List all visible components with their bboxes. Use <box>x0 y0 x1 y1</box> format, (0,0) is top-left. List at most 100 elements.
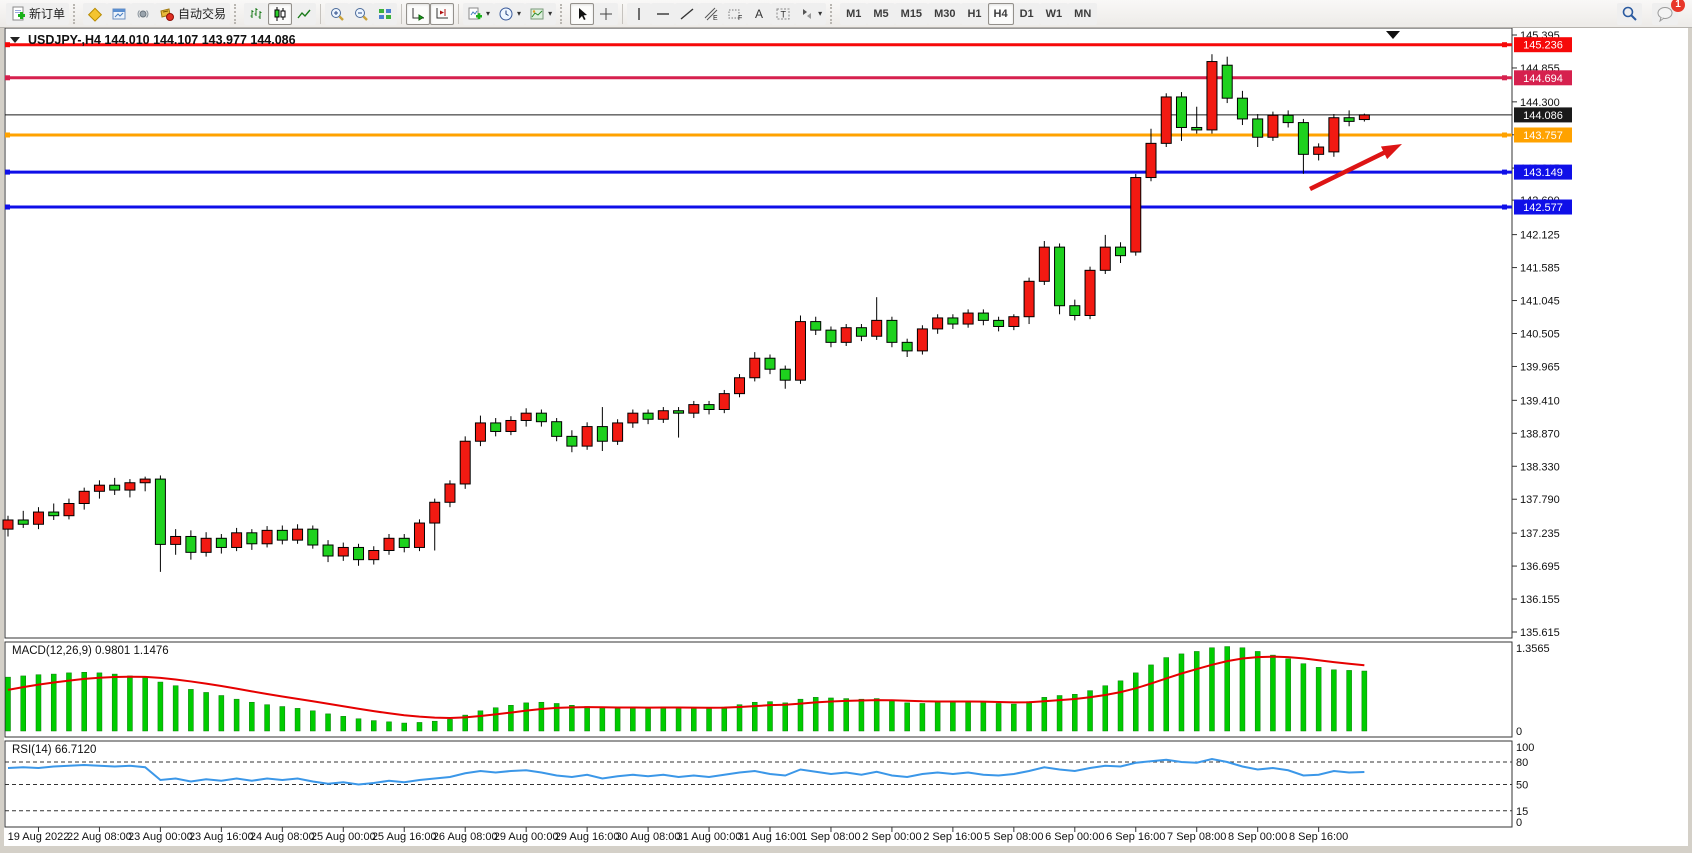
bar-chart-icon <box>248 6 264 22</box>
chevron-down-icon: ▾ <box>486 10 490 18</box>
zoom-out-icon <box>353 6 369 22</box>
timeframe-M30[interactable]: M30 <box>928 3 961 25</box>
candle-up <box>872 320 882 336</box>
macd-histogram-bar <box>21 676 26 731</box>
macd-histogram-bar <box>676 708 681 731</box>
timeframe-H4[interactable]: H4 <box>988 3 1014 25</box>
macd-histogram-bar <box>493 708 498 731</box>
candle-up <box>628 413 638 423</box>
line-handle[interactable] <box>1502 132 1507 137</box>
line-handle[interactable] <box>1502 42 1507 47</box>
ea-signal-button[interactable] <box>131 3 155 25</box>
candle-up <box>445 484 455 502</box>
macd-histogram-bar <box>1362 671 1367 731</box>
timeframe-M1[interactable]: M1 <box>840 3 867 25</box>
line-handle[interactable] <box>1502 205 1507 210</box>
timeframe-MN[interactable]: MN <box>1068 3 1097 25</box>
line-handle[interactable] <box>1502 75 1507 80</box>
macd-histogram-bar <box>36 675 41 731</box>
ea-signal-icon <box>135 6 151 22</box>
candle-up <box>1359 115 1369 120</box>
price-axis-label: 138.330 <box>1520 461 1560 473</box>
toolbar-handle <box>73 4 79 24</box>
zoom-in-button[interactable] <box>325 3 349 25</box>
market-watch-button[interactable] <box>83 3 107 25</box>
cursor-button[interactable] <box>570 3 594 25</box>
line-handle[interactable] <box>5 132 10 137</box>
new-chart-button[interactable]: ▾ <box>463 3 494 25</box>
grid-tool-button[interactable]: F <box>723 3 747 25</box>
chart-shift-button[interactable] <box>430 3 454 25</box>
macd-histogram-bar <box>935 702 940 731</box>
macd-histogram-bar <box>265 705 270 731</box>
date-axis-label: 1 Sep 08:00 <box>801 831 860 843</box>
fibonacci-button[interactable]: E <box>699 3 723 25</box>
candle-down <box>1070 306 1080 316</box>
price-axis-label: 139.410 <box>1520 395 1560 407</box>
profiles-button[interactable]: ▾ <box>494 3 525 25</box>
label-tool-button[interactable]: T <box>771 3 795 25</box>
navigator-button[interactable] <box>107 3 131 25</box>
price-chart[interactable]: 145.395144.855144.300143.760143.215142.6… <box>0 0 1692 853</box>
candlestick-chart-type-button[interactable] <box>268 3 292 25</box>
bar-chart-type-button[interactable] <box>244 3 268 25</box>
timeframe-D1[interactable]: D1 <box>1014 3 1040 25</box>
candle-down <box>1192 127 1202 129</box>
candle-up <box>201 538 211 552</box>
auto-scroll-button[interactable] <box>406 3 430 25</box>
chevron-down-icon: ▾ <box>818 10 822 18</box>
candle-up <box>735 378 745 394</box>
timeframe-H1[interactable]: H1 <box>961 3 987 25</box>
auto-trading-button[interactable]: 自动交易 <box>155 3 230 25</box>
date-axis-label: 6 Sep 16:00 <box>1106 831 1165 843</box>
text-tool-button[interactable]: A <box>747 3 771 25</box>
candle-up <box>125 483 135 490</box>
candle-up <box>262 530 272 543</box>
candle-down <box>491 423 501 432</box>
macd-histogram-bar <box>143 677 148 731</box>
candle-up <box>521 413 531 420</box>
line-handle[interactable] <box>5 205 10 210</box>
candle-down <box>811 322 821 331</box>
macd-histogram-bar <box>1011 704 1016 731</box>
horizontal-line-button[interactable] <box>651 3 675 25</box>
candle-up <box>171 536 181 544</box>
candle-up <box>414 523 424 547</box>
timeframe-M5[interactable]: M5 <box>867 3 894 25</box>
line-handle[interactable] <box>5 170 10 175</box>
new-order-icon <box>10 6 26 22</box>
tile-windows-button[interactable] <box>373 3 397 25</box>
shapes-tool-button[interactable]: ▾ <box>795 3 826 25</box>
window-bottom-edge <box>0 846 1692 853</box>
macd-histogram-bar <box>1133 673 1138 731</box>
rsi-indicator-label: RSI(14) 66.7120 <box>12 744 96 756</box>
macd-histogram-bar <box>874 699 879 731</box>
candle-up <box>475 423 485 441</box>
candle-up <box>140 479 150 483</box>
timeframe-M15[interactable]: M15 <box>895 3 928 25</box>
trendline-button[interactable] <box>675 3 699 25</box>
line-handle[interactable] <box>5 42 10 47</box>
new-order-button[interactable]: 新订单 <box>6 3 69 25</box>
chart-shift-icon <box>434 6 450 22</box>
candle-up <box>293 529 303 540</box>
vertical-line-button[interactable] <box>627 3 651 25</box>
line-chart-type-button[interactable] <box>292 3 316 25</box>
candle-up <box>689 405 699 414</box>
line-handle[interactable] <box>5 75 10 80</box>
line-handle[interactable] <box>1502 170 1507 175</box>
candle-down <box>18 520 28 524</box>
price-axis-label: 137.235 <box>1520 528 1560 540</box>
macd-histogram-bar <box>844 699 849 731</box>
macd-histogram-bar <box>1347 670 1352 731</box>
timeframe-W1[interactable]: W1 <box>1040 3 1069 25</box>
macd-histogram-bar <box>1270 655 1275 731</box>
auto-trading-icon <box>159 6 175 22</box>
zoom-out-button[interactable] <box>349 3 373 25</box>
candle-up <box>658 411 668 420</box>
search-button[interactable] <box>1617 3 1642 25</box>
crosshair-button[interactable] <box>594 3 618 25</box>
templates-button[interactable]: ▾ <box>525 3 556 25</box>
price-axis-label: 139.965 <box>1520 361 1560 373</box>
toolbar-handle <box>830 4 836 24</box>
